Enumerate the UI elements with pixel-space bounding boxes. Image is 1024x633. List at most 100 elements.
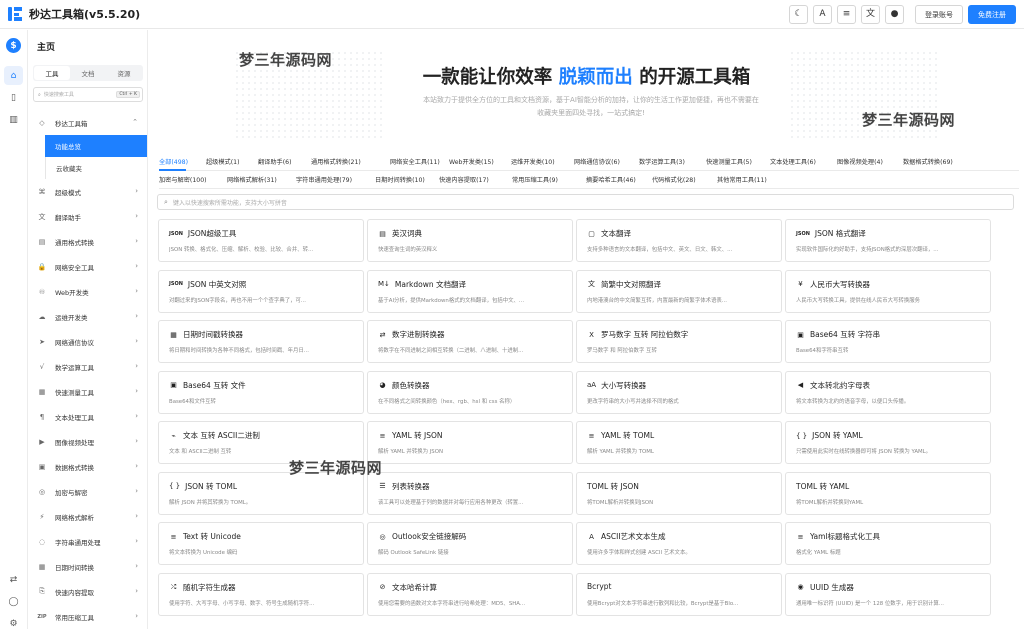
sidebar-item[interactable]: ♾ Web开发类 › (29, 279, 147, 304)
category-tab[interactable]: 快速测量工具(5) (706, 157, 752, 166)
tool-card[interactable]: ⊘ 文本哈希计算 使用您需要的函数对文本字符串进行哈希处理：MD5、SHA... (367, 572, 573, 616)
category-tab[interactable]: Web开发类(15) (449, 157, 494, 166)
sidebar-item[interactable]: ¶ 文本处理工具 › (29, 404, 147, 429)
tool-card[interactable]: ☰ 列表转换器 该工具可以处理基于列的数据并对每行应用各种更改（转置... (367, 471, 573, 515)
category-tab[interactable]: 其他常用工具(11) (717, 175, 767, 184)
category-tab[interactable]: 数据格式转换(69) (903, 157, 953, 166)
sidebar-item[interactable]: ◌ 字符串通用处理 › (29, 529, 147, 554)
category-tab[interactable]: 网络安全工具(11) (390, 157, 440, 166)
sidebar-item[interactable]: ➤ 网络通信协议 › (29, 329, 147, 354)
tool-card[interactable]: aA 大小写转换器 更改字符串的大小写并选择不同的格式 (576, 370, 782, 414)
tool-card[interactable]: ◎ Outlook安全链接解码 解码 Outlook SafeLink 链接 (367, 522, 573, 565)
category-tab[interactable]: 字符串通用处理(79) (296, 175, 352, 184)
app-title: 秒达工具箱(v5.5.20) (29, 8, 141, 21)
tool-card[interactable]: ≡ YAML 转 JSON 解析 YAML 并转换为 JSON (367, 421, 573, 464)
sidebar-tabs: 工具 文档 资源 (33, 65, 143, 81)
sidebar-item[interactable]: ▦ 日期时间转换 › (29, 554, 147, 579)
category-tab[interactable]: 网络通信协议(6) (574, 157, 620, 166)
sidebar-item[interactable]: ⚡ 网络格式解析 › (29, 504, 147, 529)
settings-icon[interactable]: ⚙ (4, 614, 23, 633)
tool-card[interactable]: ▣ Base64 互转 文件 Base64和文件互转 (158, 370, 364, 414)
sidebar-item[interactable]: ◎ 加密与解密 › (29, 479, 147, 504)
tool-card[interactable]: A ASCII艺术文本生成 使用许多字体和样式创建 ASCII 艺术文本。 (576, 522, 782, 565)
tool-card[interactable]: ▦ 日期时间戳转换器 将日期和时间转换为各种不同格式，包括时间戳、年月日... (158, 320, 364, 363)
tool-card[interactable]: 文简繁中文对照翻译 内地港澳台的中文简繁互转，内置最新的简繁字体术语表... (576, 269, 782, 313)
sidebar-item[interactable]: 🔒 网络安全工具 › (29, 254, 147, 279)
sidebar-item[interactable]: √ 数学运算工具 › (29, 354, 147, 379)
category-tab[interactable]: 图像视频处理(4) (837, 157, 883, 166)
font-icon[interactable]: A (813, 5, 832, 24)
category-tab[interactable]: 加密与解密(100) (159, 175, 207, 184)
home-icon[interactable]: ⌂ (4, 66, 23, 85)
sidebar-item-overview[interactable]: 功能总览 (45, 135, 147, 157)
text-size-icon[interactable]: ≡ (837, 5, 856, 24)
avatar[interactable]: $ (6, 38, 21, 53)
tool-card[interactable]: TOML 转 YAML 将TOML解析并转换到YAML (785, 471, 991, 515)
sidebar-item[interactable]: ▶ 图像视频处理 › (29, 429, 147, 454)
tab-resources[interactable]: 资源 (106, 66, 142, 80)
tool-card[interactable]: ≡ Yaml标题格式化工具 格式化 YAML 标题 (785, 522, 991, 565)
category-tab[interactable]: 代码格式化(28) (652, 175, 696, 184)
category-tab[interactable]: 全部(498) (159, 157, 188, 166)
login-button[interactable]: 登录账号 (915, 5, 963, 24)
category-tab[interactable]: 常用压缩工具(9) (512, 175, 558, 184)
tool-card[interactable]: JSON JSON 格式翻译 实现软件国际化的好助手，支持JSON格式的深层次翻译，… (785, 219, 991, 262)
tool-description: 内地港澳台的中文简繁互转，内置最新的简繁字体术语表... (587, 297, 727, 304)
tool-card[interactable]: ≡ YAML 转 TOML 解析 YAML 并转换为 TOML (576, 421, 782, 464)
book-icon[interactable]: ▯ (4, 88, 23, 107)
category-tab[interactable]: 翻译助手(6) (258, 157, 292, 166)
translate-icon[interactable]: 文 (861, 5, 880, 24)
sidebar-item-label: 常用压缩工具 (55, 613, 94, 622)
category-tab[interactable]: 通用格式转换(21) (311, 157, 361, 166)
tool-card[interactable]: ▢ 文本翻译 支持多种语言的文本翻译，包括中文、英文、日文、韩文、... (576, 219, 782, 262)
category-tab[interactable]: 快速内容提取(17) (439, 175, 489, 184)
tool-card[interactable]: JSON JSON超级工具 JSON 转换、格式化、压缩、解析、校验、比较、合并、转… (158, 219, 364, 262)
sidebar-item[interactable]: ZIP 常用压缩工具 › (29, 604, 147, 629)
tool-card[interactable]: JSON JSON 中英文对照 对翻过来的JSON字段名，再也不用一个个查字典了，可… (158, 269, 364, 313)
sidebar-item[interactable]: ▤ 通用格式转换 › (29, 229, 147, 254)
sidebar-item[interactable]: ⎘ 快速内容提取 › (29, 579, 147, 604)
category-tab[interactable]: 摘要哈希工具(46) (586, 175, 636, 184)
tool-card[interactable]: { } JSON 转 YAML 只需使用此实时在线转换器即可将 JSON 转换为 Y… (785, 421, 991, 464)
sidebar-item-icon: ▣ (38, 462, 46, 471)
user-icon[interactable]: ◯ (4, 592, 23, 611)
tool-card[interactable]: ◀ 文本转北约字母表 将文本转换为北约的语音字母，以便口头传播。 (785, 370, 991, 414)
sidebar-item[interactable]: ⌘ 超级模式 › (29, 179, 147, 204)
tool-card[interactable]: ⤮ 随机字符生成器 使用字符、大写字母、小写字母、数字、符号生成随机字符... (158, 572, 364, 616)
sidebar-item[interactable]: ☁ 运维开发类 › (29, 304, 147, 329)
category-tab[interactable]: 运维开发类(10) (511, 157, 555, 166)
tool-search-input[interactable]: ⌕ 键入以快速搜索所需功能，支持大小写拼音 (157, 194, 1014, 210)
tool-card[interactable]: ≡ Text 转 Unicode 将文本转换为 Unicode 编码 (158, 522, 364, 565)
tab-docs[interactable]: 文档 (70, 66, 106, 80)
chevron-right-icon: › (135, 537, 138, 545)
category-tab[interactable]: 网络格式解析(31) (227, 175, 277, 184)
tool-card-title: Bcrypt (587, 582, 612, 591)
tool-card[interactable]: ¥ 人民币大写转换器 人民币大写转换工具，提供在线人民币大写转换服务 (785, 269, 991, 313)
tab-tools[interactable]: 工具 (34, 66, 70, 80)
sidebar-item[interactable]: ▦ 快速测量工具 › (29, 379, 147, 404)
tool-card[interactable]: Bcrypt 使用Bcrypt对文本字符串进行散列和比较，Bcrypt是基于Blo… (576, 572, 782, 616)
category-tab[interactable]: 数学运算工具(3) (639, 157, 685, 166)
sidebar-group-miaoda[interactable]: ◇ 秒达工具箱 ⌃ (29, 110, 147, 135)
tool-name: 简繁中文对照翻译 (601, 279, 661, 289)
sidebar-search-input[interactable]: ⌕ 快速搜索工具 Ctrl + K (33, 87, 143, 102)
tool-card[interactable]: ⇄ 数字进制转换器 将数字在不同进制之间相互转换（二进制、八进制、十进制... (367, 320, 573, 363)
swap-icon[interactable]: ⇄ (4, 570, 23, 589)
register-button[interactable]: 免费注册 (968, 5, 1016, 24)
sidebar-item-cloud-favorites[interactable]: 云收藏夹 (45, 157, 147, 179)
category-tab[interactable]: 日期时间转换(10) (375, 175, 425, 184)
sidebar-item[interactable]: ▣ 数据格式转换 › (29, 454, 147, 479)
sidebar-item[interactable]: 文翻译助手 › (29, 204, 147, 229)
store-icon[interactable]: ▥ (4, 110, 23, 129)
tool-card[interactable]: M↓ Markdown 文档翻译 基于AI分析，提供Markdown格式的文档翻译，… (367, 269, 573, 313)
tool-card[interactable]: ◉ UUID 生成器 通用唯一标识符 (UUID) 是一个 128 位数字，用于识别… (785, 572, 991, 616)
moon-icon[interactable]: ☾ (789, 5, 808, 24)
github-icon[interactable]: ● (885, 5, 904, 24)
tool-card[interactable]: ▤ 英汉词典 快速查询生词的英汉释义 (367, 219, 573, 262)
tool-card[interactable]: X 罗马数字 互转 阿拉伯数字 罗马数字 和 阿拉伯数字 互转 (576, 320, 782, 363)
category-tab[interactable]: 超级模式(1) (206, 157, 240, 166)
tool-card[interactable]: TOML 转 JSON 将TOML解析并转换到JSON (576, 471, 782, 515)
tool-card[interactable]: ▣ Base64 互转 字符串 Base64和字符串互转 (785, 320, 991, 363)
category-tab[interactable]: 文本处理工具(6) (770, 157, 816, 166)
tool-card[interactable]: ◕ 颜色转换器 在不同格式之间转换颜色（hex、rgb、hsl 和 css 名称） (367, 370, 573, 414)
